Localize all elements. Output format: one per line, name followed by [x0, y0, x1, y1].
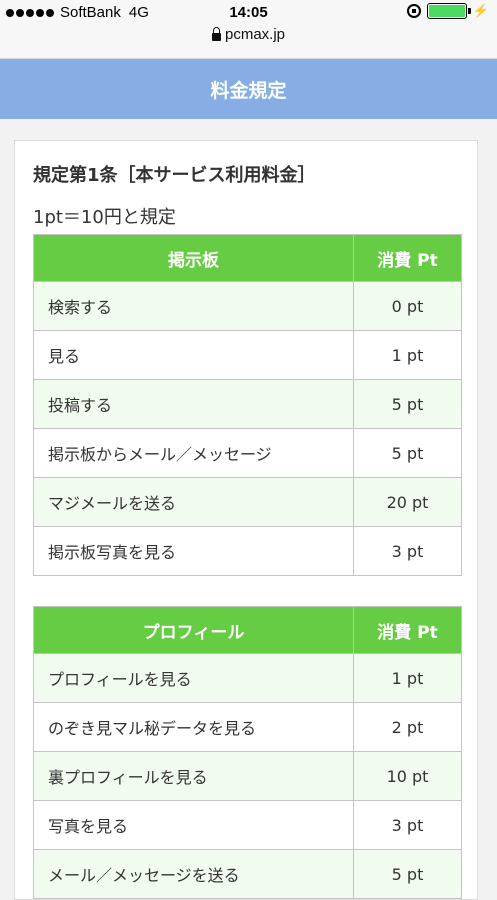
- row-points: 1 pt: [353, 653, 462, 703]
- row-item: 検索する: [33, 281, 354, 331]
- table-row: メール／メッセージを送る 5 pt: [33, 849, 462, 899]
- row-points: 2 pt: [353, 702, 462, 752]
- charging-bolt-icon: ⚡: [472, 3, 489, 18]
- row-points: 3 pt: [353, 526, 462, 576]
- table-row: 写真を見る 3 pt: [33, 800, 462, 850]
- table-row: 見る 1 pt: [33, 330, 462, 380]
- bulletin-board-table: 掲示板 消費 Pt 検索する 0 pt 見る 1 pt 投稿する 5 pt 掲示…: [33, 234, 462, 576]
- row-item: 投稿する: [33, 379, 354, 429]
- row-item: 見る: [33, 330, 354, 380]
- row-item: 裏プロフィールを見る: [33, 751, 354, 801]
- row-points: 20 pt: [353, 477, 462, 527]
- rate-text: 1pt＝10円と規定: [33, 207, 176, 228]
- table-row: 検索する 0 pt: [33, 281, 462, 331]
- table-header-category: プロフィール: [33, 606, 354, 654]
- row-points: 1 pt: [353, 330, 462, 380]
- row-item: メール／メッセージを送る: [33, 849, 354, 899]
- content-card: 規定第1条［本サービス利用料金］ 1pt＝10円と規定 掲示板 消費 Pt 検索…: [14, 140, 478, 900]
- url-text: pcmax.jp: [224, 26, 286, 43]
- row-points: 10 pt: [353, 751, 462, 801]
- page-title: 料金規定: [210, 79, 287, 102]
- row-points: 5 pt: [353, 379, 462, 429]
- table-row: 裏プロフィールを見る 10 pt: [33, 751, 462, 801]
- row-points: 0 pt: [353, 281, 462, 331]
- table-row: 投稿する 5 pt: [33, 379, 462, 429]
- row-item: 写真を見る: [33, 800, 354, 850]
- row-points: 3 pt: [353, 800, 462, 850]
- table-row: マジメールを送る 20 pt: [33, 477, 462, 527]
- row-points: 5 pt: [353, 849, 462, 899]
- section-title: 規定第1条［本サービス利用料金］: [33, 165, 316, 186]
- row-item: 掲示板からメール／メッセージ: [33, 428, 354, 478]
- lock-icon: [211, 26, 221, 41]
- row-points: 5 pt: [353, 428, 462, 478]
- row-item: プロフィールを見る: [33, 653, 354, 703]
- table-row: プロフィールを見る 1 pt: [33, 653, 462, 703]
- url-display[interactable]: pcmax.jp: [211, 26, 286, 43]
- table-row: のぞき見マル秘データを見る 2 pt: [33, 702, 462, 752]
- table-header-row: 掲示板 消費 Pt: [33, 234, 462, 282]
- status-bar: SoftBank 4G 14:05 ⚡: [0, 0, 497, 24]
- page-header: 料金規定: [0, 59, 497, 119]
- table-header-cost: 消費 Pt: [353, 234, 462, 282]
- row-item: マジメールを送る: [33, 477, 354, 527]
- status-right: ⚡: [406, 3, 489, 19]
- battery-icon: [426, 3, 471, 19]
- table-row: 掲示板からメール／メッセージ 5 pt: [33, 428, 462, 478]
- row-item: 掲示板写真を見る: [33, 526, 354, 576]
- table-header-category: 掲示板: [33, 234, 354, 282]
- profile-table: プロフィール 消費 Pt プロフィールを見る 1 pt のぞき見マル秘データを見…: [33, 606, 462, 899]
- url-bar[interactable]: pcmax.jp: [0, 24, 497, 59]
- row-item: のぞき見マル秘データを見る: [33, 702, 354, 752]
- table-header-cost: 消費 Pt: [353, 606, 462, 654]
- table-header-row: プロフィール 消費 Pt: [33, 606, 462, 654]
- rotation-lock-icon: [406, 4, 421, 18]
- table-row: 掲示板写真を見る 3 pt: [33, 526, 462, 576]
